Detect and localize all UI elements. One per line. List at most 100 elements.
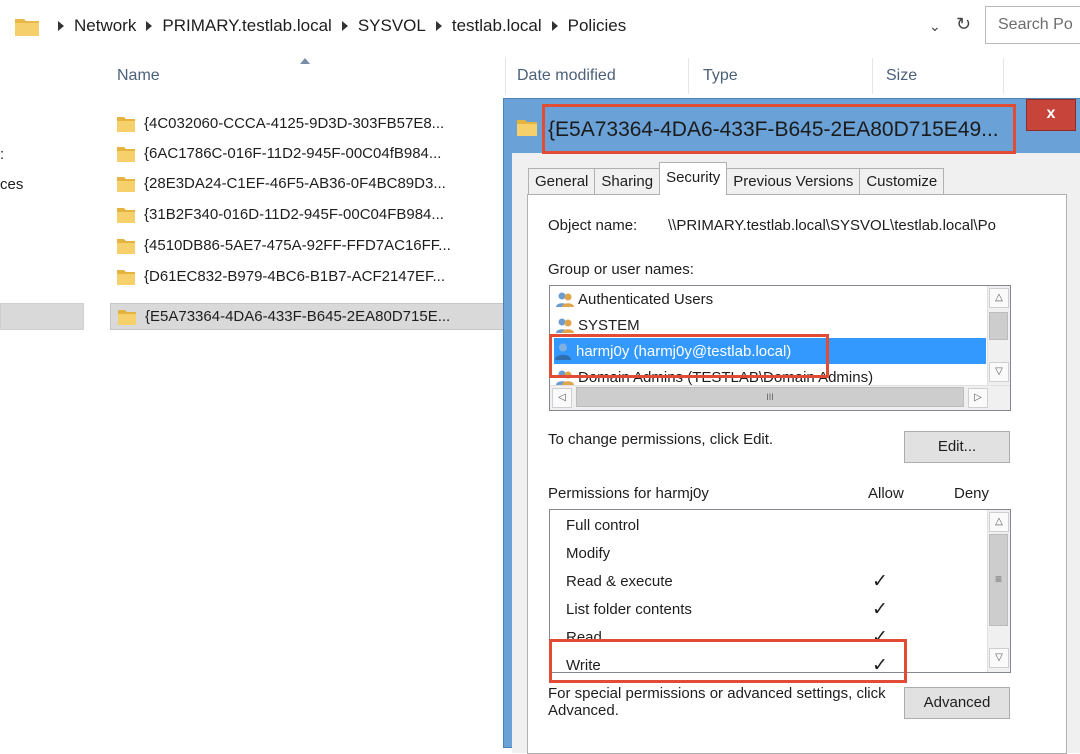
file-name: {4C032060-CCCA-4125-9D3D-303FB57E8... — [144, 115, 445, 132]
breadcrumb: Network PRIMARY.testlab.local SYSVOL tes… — [48, 16, 626, 36]
tab-customize[interactable]: Customize — [859, 168, 945, 195]
advanced-button[interactable]: Advanced — [904, 687, 1010, 719]
folder-icon — [117, 269, 135, 285]
list-item[interactable]: {6AC1786C-016F-11D2-945F-00C04fB984... — [110, 140, 505, 167]
dialog-title: {E5A73364-4DA6-433F-B645-2EA80D715E49... — [548, 118, 999, 141]
file-name: {E5A73364-4DA6-433F-B645-2EA80D715E... — [145, 308, 451, 325]
list-item-selected[interactable]: harmj0y (harmj0y@testlab.local) — [554, 338, 986, 364]
folder-icon — [517, 120, 537, 136]
tab-strip: General Sharing Security Previous Versio… — [528, 162, 945, 195]
list-item[interactable]: SYSTEM — [556, 312, 640, 338]
breadcrumb-domain[interactable]: testlab.local — [452, 16, 542, 36]
file-name: {31B2F340-016D-11D2-945F-00C04FB984... — [144, 206, 444, 223]
users-icon — [556, 370, 574, 385]
breadcrumb-policies[interactable]: Policies — [568, 16, 627, 36]
column-header-date[interactable]: Date modified — [506, 58, 686, 96]
scroll-right-icon[interactable]: ▷ — [968, 388, 988, 408]
address-bar: Network PRIMARY.testlab.local SYSVOL tes… — [0, 0, 1080, 56]
dialog-body: General Sharing Security Previous Versio… — [512, 153, 1080, 754]
search-box[interactable] — [985, 6, 1080, 44]
object-name-value: \\PRIMARY.testlab.local\SYSVOL\testlab.l… — [668, 217, 996, 234]
nav-fragment[interactable]: ces — [0, 176, 23, 193]
grip-icon: ≡ — [994, 572, 1002, 586]
column-divider[interactable] — [1003, 58, 1004, 94]
chevron-right-icon[interactable] — [551, 21, 558, 31]
breadcrumb-primary[interactable]: PRIMARY.testlab.local — [162, 16, 331, 36]
list-item[interactable]: {4510DB86-5AE7-475A-92FF-FFD7AC16FF... — [110, 232, 505, 259]
file-name: {4510DB86-5AE7-475A-92FF-FFD7AC16FF... — [144, 237, 451, 254]
permission-row: Read & execute ✓ — [566, 571, 888, 592]
nav-selected-item[interactable] — [0, 303, 84, 330]
vertical-scrollbar[interactable]: △ ≡ ▽ — [987, 510, 1010, 672]
permission-row: List folder contents ✓ — [566, 599, 888, 620]
folder-icon — [118, 309, 136, 325]
vertical-scrollbar[interactable]: △ ▽ — [987, 286, 1010, 386]
tab-security[interactable]: Security — [659, 162, 728, 195]
column-header-size[interactable]: Size — [873, 58, 1003, 96]
scroll-thumb[interactable] — [989, 312, 1008, 340]
chevron-right-icon[interactable] — [146, 21, 153, 31]
scroll-up-icon[interactable]: △ — [989, 288, 1009, 308]
grip-icon: III — [766, 392, 774, 402]
file-name: {6AC1786C-016F-11D2-945F-00C04fB984... — [144, 145, 442, 162]
check-icon: ✓ — [872, 655, 888, 673]
users-icon — [556, 318, 574, 333]
deny-header: Deny — [954, 485, 990, 502]
list-item[interactable]: {31B2F340-016D-11D2-945F-00C04FB984... — [110, 201, 505, 228]
group-name: Authenticated Users — [578, 290, 714, 308]
change-permissions-text: To change permissions, click Edit. — [548, 431, 774, 448]
special-permissions-text: For special permissions or advanced sett… — [548, 685, 886, 719]
tab-general[interactable]: General — [528, 168, 596, 195]
check-icon: ✓ — [872, 599, 888, 620]
chevron-right-icon[interactable] — [341, 21, 348, 31]
scroll-down-icon[interactable]: ▽ — [989, 362, 1009, 382]
check-icon: ✓ — [872, 627, 888, 648]
list-item[interactable]: {D61EC832-B979-4BC6-B1B7-ACF2147EF... — [110, 263, 505, 290]
scroll-down-icon[interactable]: ▽ — [989, 648, 1009, 668]
permissions-list[interactable]: Full control Modify Read & execute ✓ List… — [549, 509, 1011, 673]
permission-row: Full control — [566, 517, 640, 534]
list-item[interactable]: {28E3DA24-C1EF-46F5-AB36-0F4BC89D3... — [110, 170, 505, 197]
allow-header: Allow — [868, 485, 904, 502]
column-header-name[interactable]: Name — [105, 58, 505, 96]
scroll-up-icon[interactable]: △ — [989, 512, 1009, 532]
nav-fragment[interactable]: : — [0, 146, 4, 163]
tab-sharing[interactable]: Sharing — [594, 168, 661, 195]
folder-icon — [117, 146, 135, 162]
object-name-label: Object name: — [548, 217, 638, 234]
scroll-thumb[interactable]: III — [576, 387, 964, 407]
chevron-right-icon[interactable] — [435, 21, 442, 31]
folder-icon — [117, 116, 135, 132]
file-name: {D61EC832-B979-4BC6-B1B7-ACF2147EF... — [144, 268, 445, 285]
group-list-label: Group or user names: — [548, 261, 694, 278]
group-user-list[interactable]: Authenticated Users SYSTEM harmj0y (harm… — [549, 285, 1011, 411]
breadcrumb-sysvol[interactable]: SYSVOL — [358, 16, 426, 36]
tab-previous-versions[interactable]: Previous Versions — [726, 168, 861, 195]
user-icon — [555, 343, 571, 360]
permission-row: Read ✓ — [566, 627, 888, 648]
close-button[interactable]: x — [1026, 99, 1076, 131]
users-icon — [556, 292, 574, 307]
properties-dialog: {E5A73364-4DA6-433F-B645-2EA80D715E49...… — [503, 98, 1080, 754]
breadcrumb-network[interactable]: Network — [74, 16, 136, 36]
horizontal-scrollbar[interactable]: ◁ III ▷ — [550, 385, 1010, 410]
folder-icon — [117, 207, 135, 223]
scroll-thumb[interactable]: ≡ — [989, 534, 1008, 626]
permissions-label: Permissions for harmj0y — [548, 485, 709, 502]
edit-button[interactable]: Edit... — [904, 431, 1010, 463]
column-header-type[interactable]: Type — [689, 58, 869, 96]
chevron-right-icon[interactable] — [58, 21, 64, 31]
search-input[interactable] — [986, 7, 1080, 43]
chevron-down-icon[interactable]: ⌄ — [929, 18, 941, 35]
security-tab-page: Object name: \\PRIMARY.testlab.local\SYS… — [527, 194, 1067, 754]
scroll-left-icon[interactable]: ◁ — [552, 388, 572, 408]
list-item-selected[interactable]: {E5A73364-4DA6-433F-B645-2EA80D715E... — [110, 303, 505, 330]
refresh-icon[interactable]: ↻ — [956, 14, 971, 35]
list-item[interactable]: {4C032060-CCCA-4125-9D3D-303FB57E8... — [110, 110, 505, 137]
file-name: {28E3DA24-C1EF-46F5-AB36-0F4BC89D3... — [144, 175, 446, 192]
group-name: SYSTEM — [578, 316, 640, 334]
list-item[interactable]: Authenticated Users — [556, 286, 713, 312]
folder-icon — [15, 19, 39, 36]
permission-row: Modify — [566, 545, 611, 562]
permission-row: Write ✓ — [566, 652, 986, 673]
